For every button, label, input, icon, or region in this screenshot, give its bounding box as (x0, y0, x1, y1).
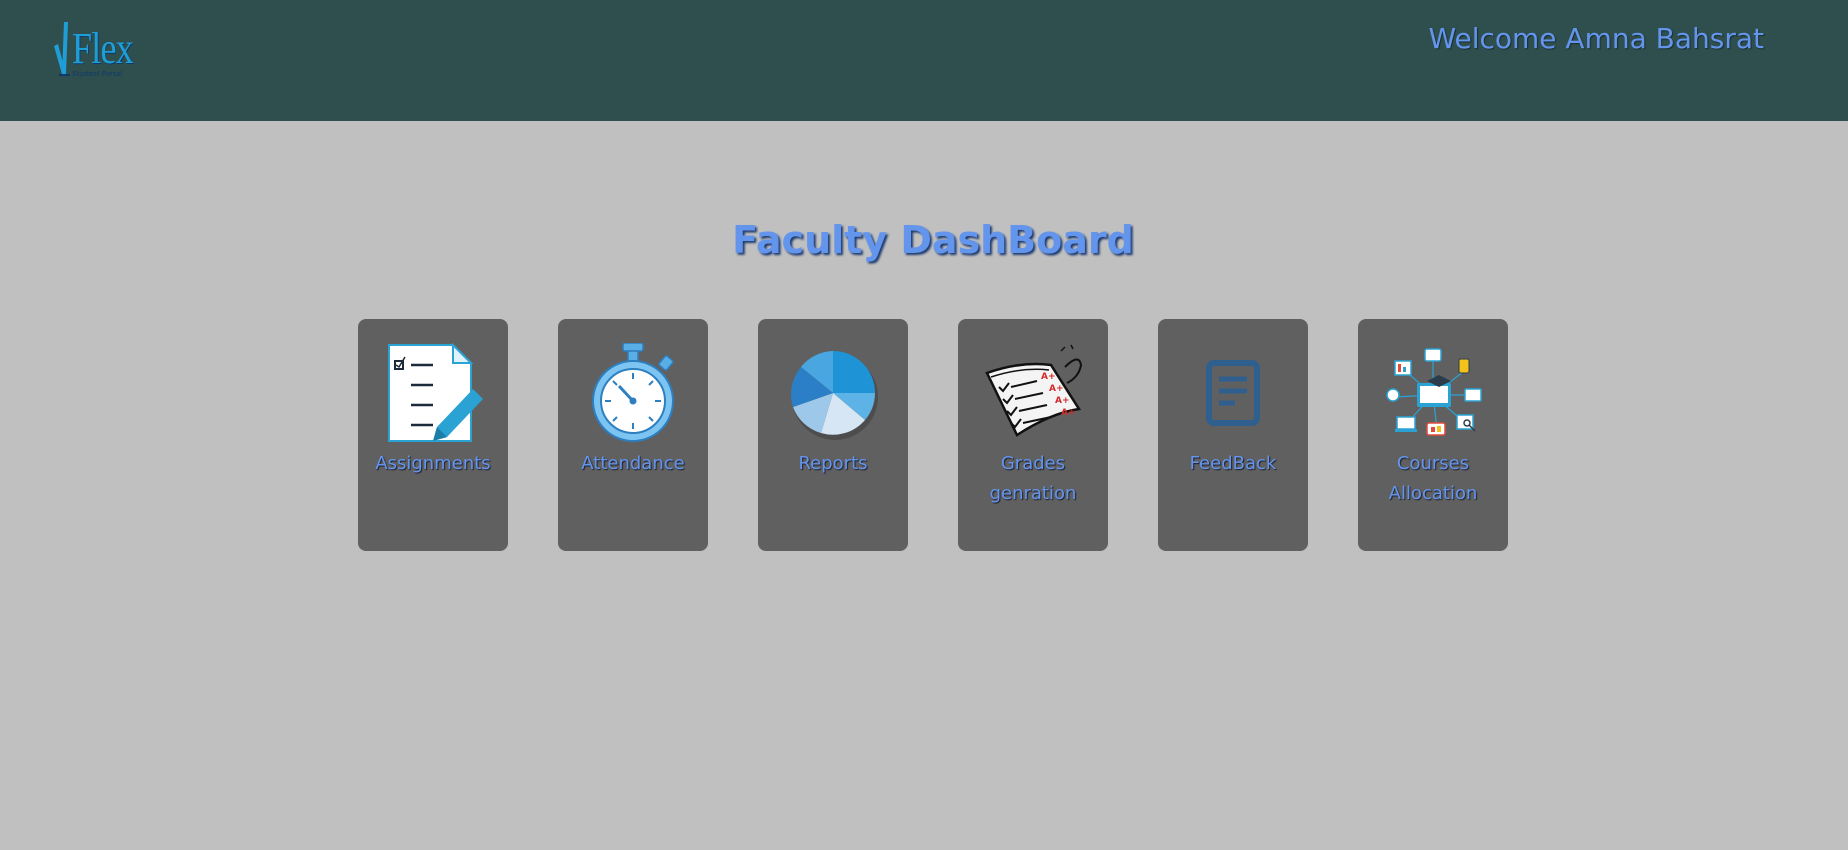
e-learning-network-icon (1381, 343, 1485, 443)
stopwatch-icon (581, 343, 685, 443)
logo-subtext: Student Portal (72, 70, 123, 78)
graded-paper-icon: A+ A+ A+ A+ (981, 343, 1085, 443)
feedback-label: FeedBack (1189, 453, 1277, 474)
courses-allocation-card[interactable]: Courses Allocation (1358, 319, 1508, 551)
assignments-label: Assignments (375, 453, 491, 474)
logo-text: Flex (72, 24, 134, 73)
document-icon (1181, 343, 1285, 443)
svg-text:A+: A+ (1041, 372, 1056, 382)
attendance-card[interactable]: Attendance (558, 319, 708, 551)
assignments-card[interactable]: Assignments (358, 319, 508, 551)
flex-logo[interactable]: Flex Student Portal (50, 18, 134, 82)
page-title: Faculty DashBoard (732, 218, 1134, 262)
reports-card[interactable]: Reports (758, 319, 908, 551)
reports-label: Reports (798, 453, 868, 474)
svg-text:A+: A+ (1061, 408, 1076, 418)
grades-generation-card[interactable]: A+ A+ A+ A+ Grades genration (958, 319, 1108, 551)
dashboard-cards: Assignments Attendance Reports A+ A+ A+ … (358, 319, 1508, 551)
courses-allocation-label: Courses Allocation (1388, 453, 1478, 504)
welcome-message: Welcome Amna Bahsrat (1428, 22, 1764, 55)
assignment-checklist-icon (381, 343, 485, 443)
grades-generation-label: Grades genration (989, 453, 1077, 504)
svg-text:A+: A+ (1049, 384, 1064, 394)
pie-chart-icon (781, 343, 885, 443)
attendance-label: Attendance (581, 453, 685, 474)
feedback-card[interactable]: FeedBack (1158, 319, 1308, 551)
top-header: Flex Student Portal Welcome Amna Bahsrat (0, 0, 1848, 121)
svg-text:A+: A+ (1055, 396, 1070, 406)
